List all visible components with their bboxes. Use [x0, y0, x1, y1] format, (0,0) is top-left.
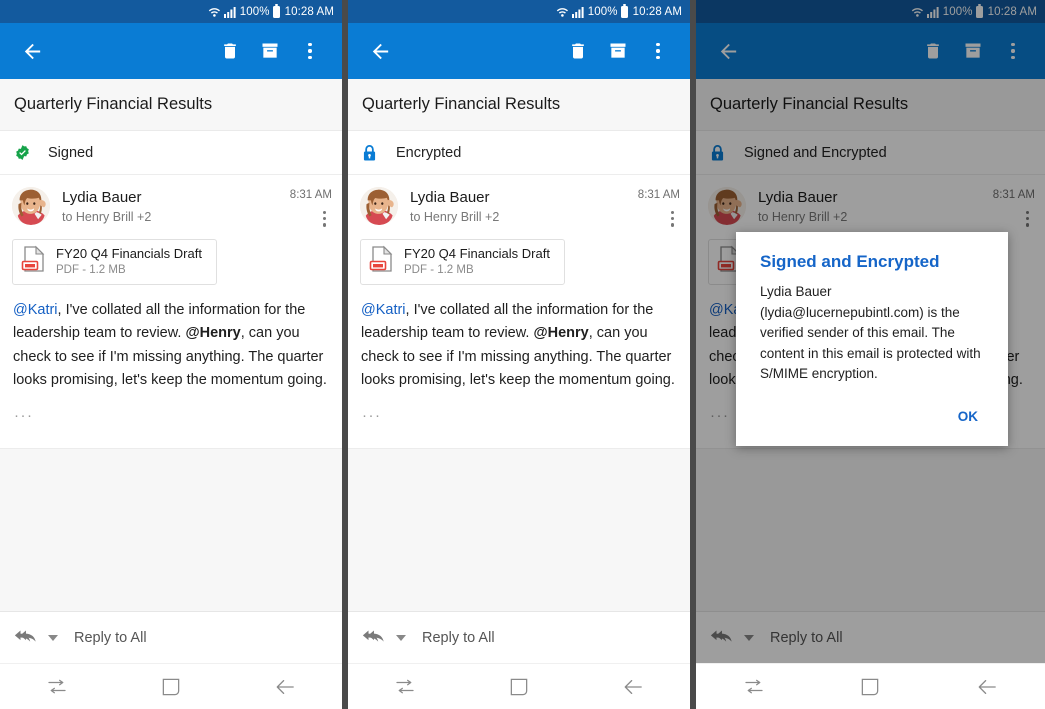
security-info-dialog: Signed and Encrypted Lydia Bauer (lydia@…: [736, 232, 1008, 446]
home-button[interactable]: [840, 667, 900, 707]
expand-quoted-text-button[interactable]: ···: [14, 407, 34, 438]
message-card: Lydia Bauer to Henry Brill +2 8:31 AM: [0, 175, 342, 449]
recipients-label: to Henry Brill +2: [410, 209, 618, 225]
pdf-file-icon: [369, 245, 395, 278]
email-subject: Quarterly Financial Results: [348, 79, 690, 131]
avatar[interactable]: [360, 187, 398, 225]
signed-badge-check-icon: [14, 144, 40, 161]
android-nav-bar: [696, 663, 1045, 709]
sender-name: Lydia Bauer: [62, 188, 270, 207]
nav-back-button[interactable]: [957, 667, 1017, 707]
clock-label: 10:28 AM: [633, 6, 682, 18]
overflow-menu-button[interactable]: [290, 31, 330, 71]
home-button[interactable]: [141, 667, 201, 707]
battery-percent-label: 100%: [240, 6, 270, 18]
home-button[interactable]: [489, 667, 549, 707]
sender-meta: Lydia Bauer to Henry Brill +2: [410, 187, 618, 225]
attachment-text: FY20 Q4 Financials Draft PDF - 1.2 MB: [404, 246, 550, 278]
sender-name: Lydia Bauer: [410, 188, 618, 207]
dialog-title: Signed and Encrypted: [760, 252, 988, 272]
security-status-row[interactable]: Signed: [0, 131, 342, 175]
back-button[interactable]: [12, 31, 52, 71]
mention-henry[interactable]: @Henry: [185, 325, 240, 341]
back-button[interactable]: [360, 31, 400, 71]
chevron-down-icon[interactable]: [48, 635, 58, 641]
recents-button[interactable]: [375, 667, 435, 707]
security-status-label: Signed: [48, 145, 93, 161]
delete-button[interactable]: [210, 31, 250, 71]
cellular-signal-icon: [572, 6, 584, 18]
battery-percent-label: 100%: [588, 6, 618, 18]
sender-row: Lydia Bauer to Henry Brill +2 8:31 AM: [348, 175, 690, 233]
attachment-meta: PDF - 1.2 MB: [56, 263, 202, 278]
message-meta-right: 8:31 AM: [618, 187, 680, 227]
chevron-down-icon[interactable]: [396, 635, 406, 641]
security-status-label: Encrypted: [396, 145, 461, 161]
overflow-menu-button[interactable]: [638, 31, 678, 71]
lock-icon: [362, 144, 388, 162]
pdf-file-icon: [21, 245, 47, 278]
battery-full-icon: [621, 6, 628, 18]
app-toolbar: [0, 23, 342, 79]
recents-button[interactable]: [27, 667, 87, 707]
message-body: @Katri, I've collated all the informatio…: [348, 285, 690, 393]
message-timestamp: 8:31 AM: [290, 189, 332, 201]
message-overflow-button[interactable]: [323, 211, 326, 227]
attachment-meta: PDF - 1.2 MB: [404, 263, 550, 278]
sender-row: Lydia Bauer to Henry Brill +2 8:31 AM: [0, 175, 342, 233]
panel-signed: 100% 10:28 AM Quarterly Financial Result…: [0, 0, 342, 709]
message-scroll-area: Lydia Bauer to Henry Brill +2 8:31 AM: [348, 175, 690, 611]
wifi-icon: [556, 6, 569, 18]
mention-katri[interactable]: @Katri: [361, 302, 406, 318]
dialog-actions: OK: [760, 403, 988, 436]
dialog-ok-button[interactable]: OK: [948, 403, 988, 430]
expand-quoted-text-button[interactable]: ···: [362, 407, 382, 438]
wifi-icon: [208, 6, 221, 18]
more-vertical-icon: [308, 43, 311, 59]
panel-signed-encrypted: 100% 10:28 AM Quarterly Financial Result…: [696, 0, 1045, 709]
attachment-name: FY20 Q4 Financials Draft: [56, 246, 202, 262]
delete-button[interactable]: [558, 31, 598, 71]
reply-bar[interactable]: Reply to All: [348, 611, 690, 663]
nav-back-button[interactable]: [603, 667, 663, 707]
archive-button[interactable]: [250, 31, 290, 71]
recents-button[interactable]: [724, 667, 784, 707]
message-meta-right: 8:31 AM: [270, 187, 332, 227]
panel-encrypted: 100% 10:28 AM Quarterly Financial Result…: [348, 0, 690, 709]
reply-all-icon[interactable]: [14, 627, 40, 649]
recipients-label: to Henry Brill +2: [62, 209, 270, 225]
reply-label: Reply to All: [422, 630, 495, 646]
reply-bar[interactable]: Reply to All: [0, 611, 342, 663]
email-subject: Quarterly Financial Results: [0, 79, 342, 131]
avatar[interactable]: [12, 187, 50, 225]
app-toolbar: [348, 23, 690, 79]
message-timestamp: 8:31 AM: [638, 189, 680, 201]
reply-label: Reply to All: [74, 630, 147, 646]
status-bar: 100% 10:28 AM: [348, 0, 690, 23]
message-body: @Katri, I've collated all the informatio…: [0, 285, 342, 393]
battery-full-icon: [273, 6, 280, 18]
more-vertical-icon: [656, 43, 659, 59]
sender-meta: Lydia Bauer to Henry Brill +2: [62, 187, 270, 225]
archive-button[interactable]: [598, 31, 638, 71]
cellular-signal-icon: [224, 6, 236, 18]
dialog-body: Lydia Bauer (lydia@lucernepubintl.com) i…: [760, 282, 988, 385]
status-bar: 100% 10:28 AM: [0, 0, 342, 23]
reply-all-icon[interactable]: [362, 627, 388, 649]
android-nav-bar: [0, 663, 342, 709]
attachment-chip[interactable]: FY20 Q4 Financials Draft PDF - 1.2 MB: [12, 239, 217, 285]
message-overflow-button[interactable]: [671, 211, 674, 227]
mention-katri[interactable]: @Katri: [13, 302, 58, 318]
clock-label: 10:28 AM: [285, 6, 334, 18]
attachment-text: FY20 Q4 Financials Draft PDF - 1.2 MB: [56, 246, 202, 278]
message-card: Lydia Bauer to Henry Brill +2 8:31 AM: [348, 175, 690, 449]
nav-back-button[interactable]: [255, 667, 315, 707]
three-panel-screenshot: 100% 10:28 AM Quarterly Financial Result…: [0, 0, 1045, 709]
attachment-chip[interactable]: FY20 Q4 Financials Draft PDF - 1.2 MB: [360, 239, 565, 285]
message-scroll-area: Lydia Bauer to Henry Brill +2 8:31 AM: [0, 175, 342, 611]
android-nav-bar: [348, 663, 690, 709]
security-status-row[interactable]: Encrypted: [348, 131, 690, 175]
mention-henry[interactable]: @Henry: [533, 325, 588, 341]
attachment-name: FY20 Q4 Financials Draft: [404, 246, 550, 262]
